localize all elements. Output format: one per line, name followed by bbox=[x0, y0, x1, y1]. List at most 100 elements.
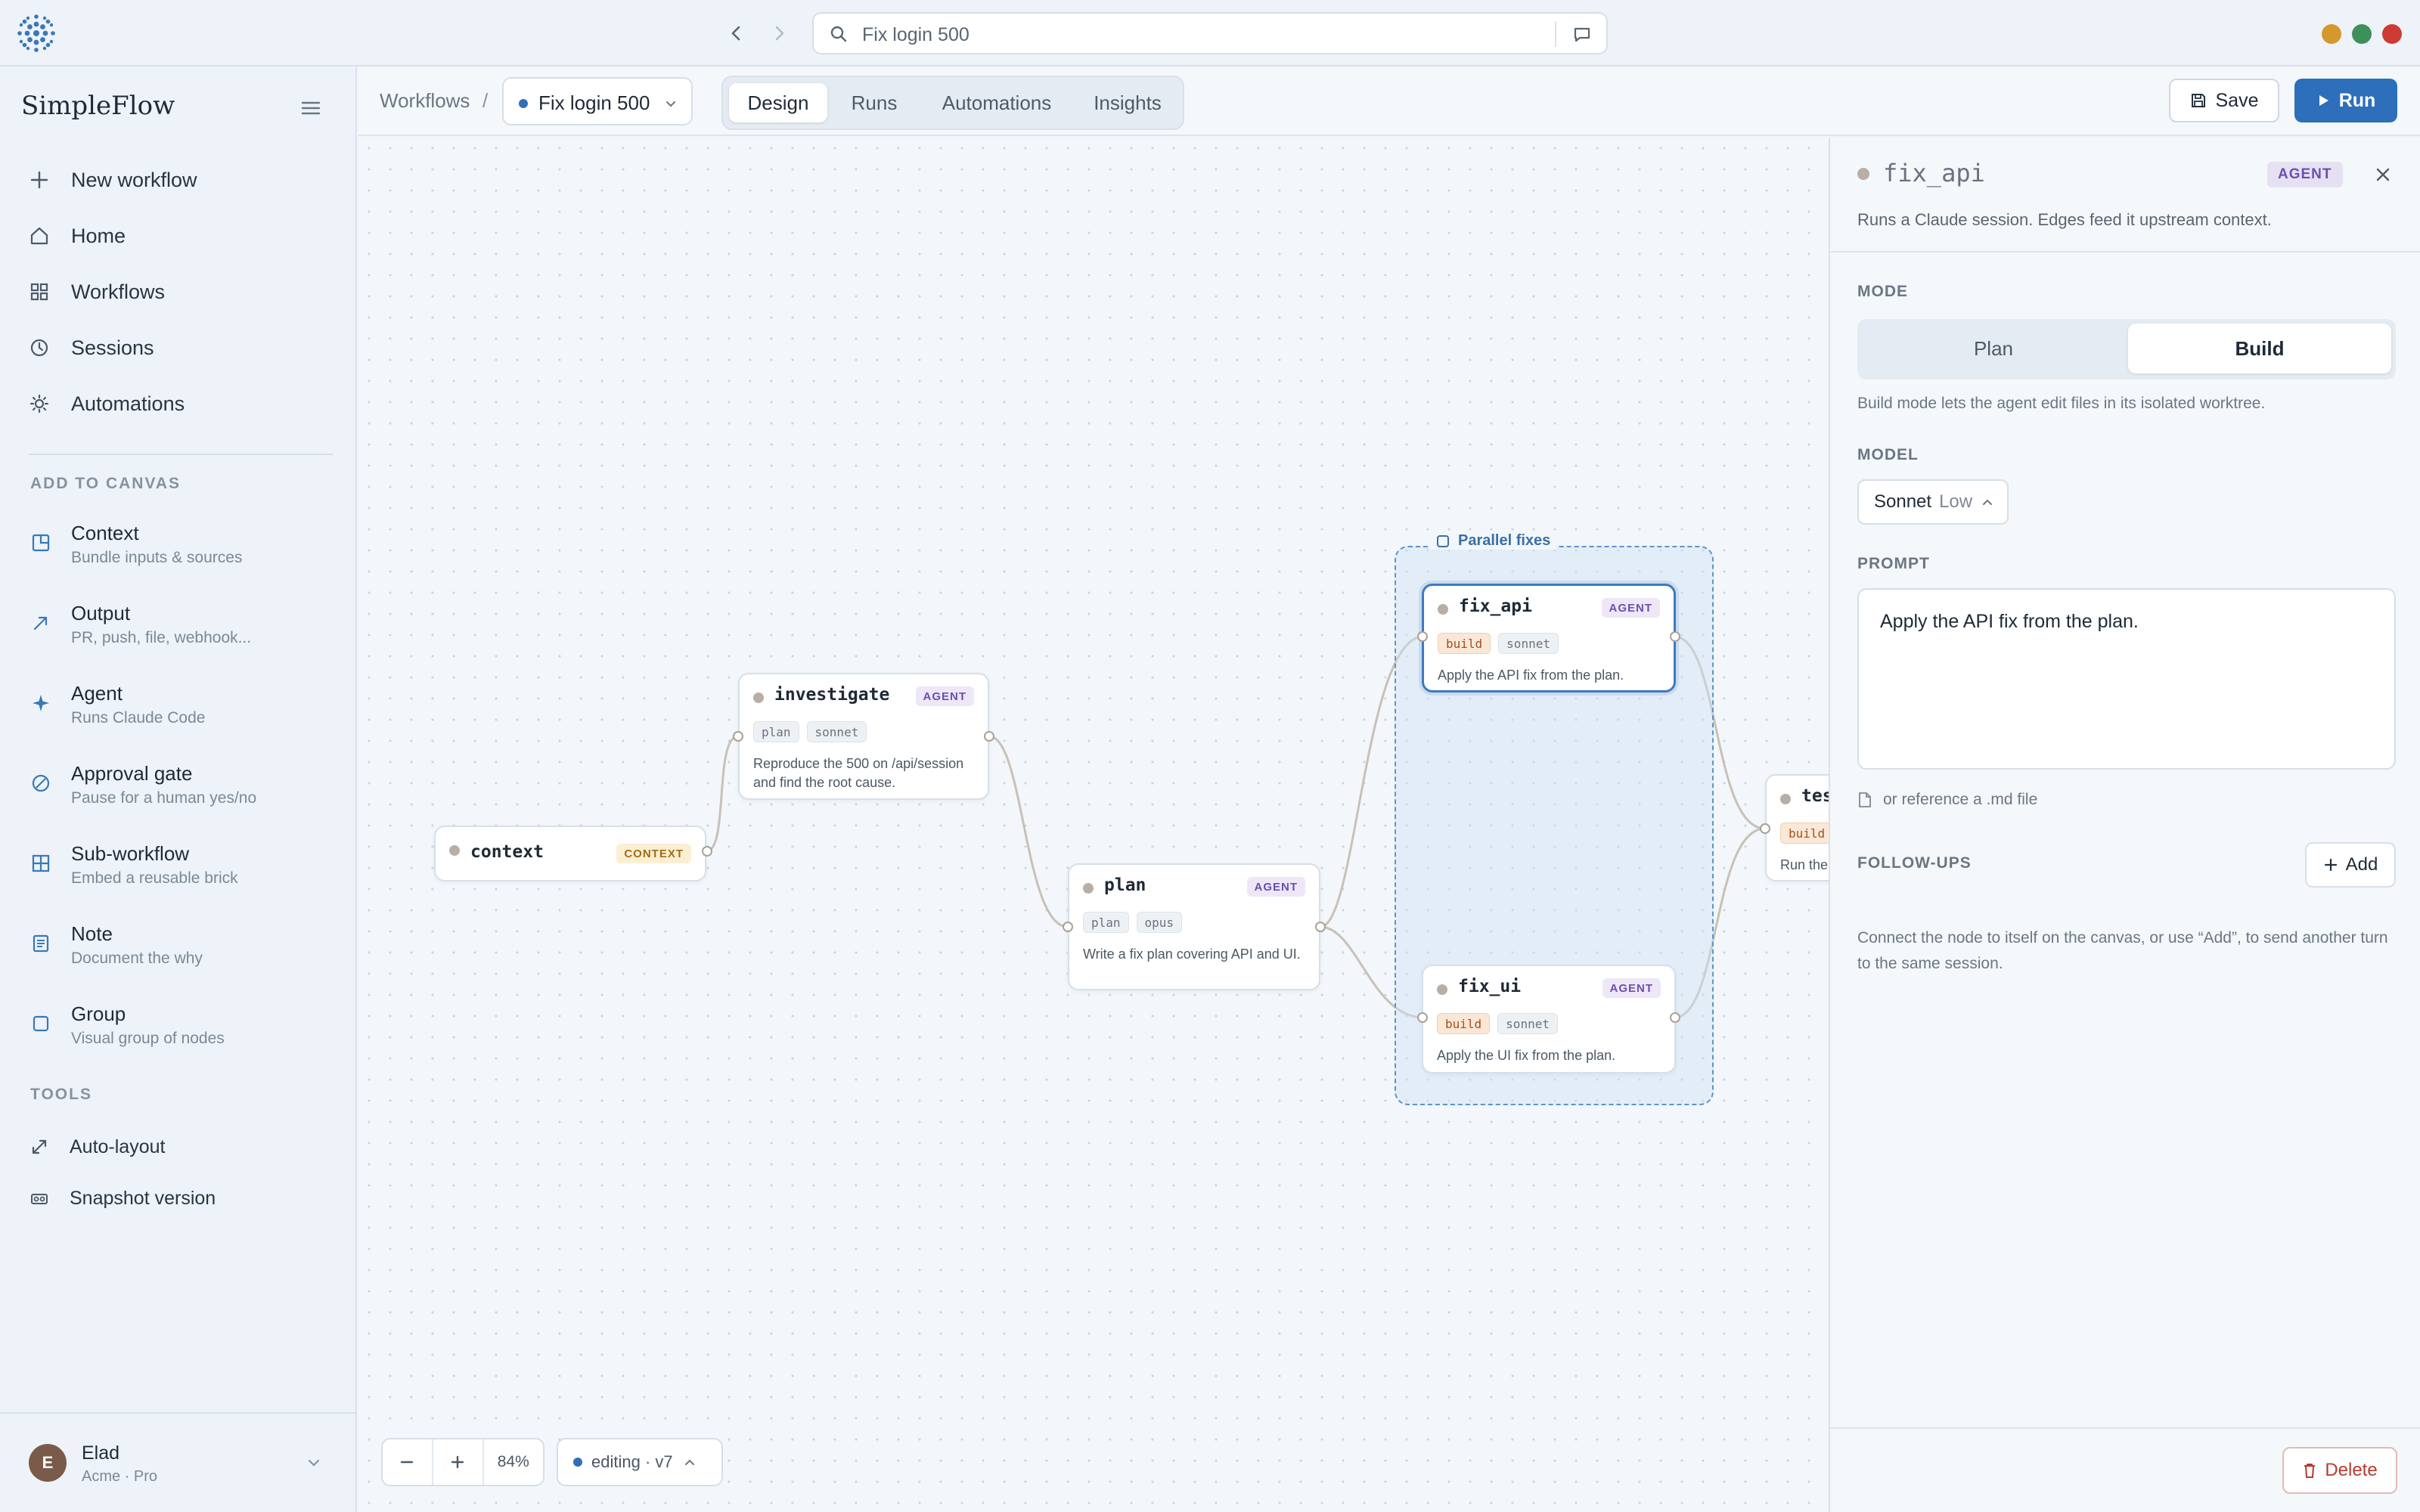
group-icon bbox=[30, 1013, 51, 1034]
grid-icon bbox=[29, 281, 59, 302]
node-title: plan bbox=[1104, 875, 1146, 895]
output-port[interactable] bbox=[1315, 922, 1326, 932]
md-reference-link[interactable]: or reference a .md file bbox=[1857, 791, 2037, 809]
prompt-textarea[interactable]: Apply the API fix from the plan. bbox=[1857, 588, 2396, 770]
add-item-title: Output bbox=[71, 602, 131, 624]
zoom-out-button[interactable] bbox=[383, 1439, 433, 1485]
sparkle-icon bbox=[30, 692, 51, 714]
context-icon bbox=[30, 532, 51, 553]
add-output-item[interactable]: Output PR, push, file, webhook... bbox=[30, 599, 348, 667]
window-maximize-dot[interactable] bbox=[2352, 24, 2372, 44]
inspector-header: fix_api AGENT Runs a Claude session. Edg… bbox=[1830, 138, 2420, 253]
add-agent-item[interactable]: Agent Runs Claude Code bbox=[30, 679, 348, 747]
node-title: tes bbox=[1801, 786, 1829, 806]
workflow-canvas[interactable]: Parallel fixes context CONTEXT investiga… bbox=[358, 138, 1829, 1512]
breadcrumb-separator: / bbox=[482, 89, 489, 112]
input-port[interactable] bbox=[1417, 1012, 1428, 1023]
tab-insights[interactable]: Insights bbox=[1077, 83, 1178, 122]
group-label-text: Parallel fixes bbox=[1458, 532, 1551, 549]
mode-option-plan[interactable]: Plan bbox=[1862, 324, 2125, 373]
tab-automations[interactable]: Automations bbox=[921, 83, 1072, 122]
output-port[interactable] bbox=[702, 846, 712, 857]
zoom-in-button[interactable] bbox=[433, 1439, 484, 1485]
md-reference-text: or reference a .md file bbox=[1883, 791, 2038, 808]
chevron-up-icon bbox=[1983, 499, 1993, 505]
add-sub-workflow-item[interactable]: Sub-workflow Embed a reusable brick bbox=[30, 839, 348, 907]
inspector-title[interactable]: fix_api bbox=[1883, 159, 1985, 187]
user-menu[interactable]: E Elad Acme · Pro bbox=[0, 1412, 357, 1512]
add-note-item[interactable]: Note Document the why bbox=[30, 919, 348, 987]
node-fix-api[interactable]: fix_api AGENT build sonnet Apply the API… bbox=[1422, 584, 1676, 692]
add-item-title: Context bbox=[71, 522, 139, 544]
version-selector[interactable]: editing · v7 bbox=[557, 1438, 723, 1486]
sidebar-item-home[interactable]: Home bbox=[29, 213, 331, 259]
sidebar-divider bbox=[29, 454, 333, 455]
edge-context-investigate bbox=[706, 735, 739, 853]
add-approval-gate-item[interactable]: Approval gate Pause for a human yes/no bbox=[30, 759, 348, 827]
add-item-subtitle: Embed a reusable brick bbox=[71, 869, 238, 887]
breadcrumb-workflows-link[interactable]: Workflows bbox=[380, 89, 470, 113]
workflow-selector[interactable]: Fix login 500 bbox=[502, 77, 693, 125]
input-port[interactable] bbox=[1063, 922, 1073, 932]
node-tag-mode: build bbox=[1437, 1013, 1491, 1034]
node-tag-mode: plan bbox=[1083, 912, 1129, 933]
chevron-right-icon bbox=[775, 26, 784, 41]
minus-icon bbox=[401, 1461, 414, 1464]
auto-layout-tool[interactable]: Auto-layout bbox=[30, 1128, 165, 1166]
version-status-dot bbox=[573, 1458, 582, 1467]
input-port[interactable] bbox=[733, 731, 743, 742]
model-label: MODEL bbox=[1857, 446, 1919, 463]
delete-node-button[interactable]: Delete bbox=[2282, 1447, 2397, 1494]
input-port[interactable] bbox=[1760, 823, 1770, 834]
tab-runs[interactable]: Runs bbox=[832, 83, 917, 122]
model-selector[interactable]: Sonnet Low bbox=[1857, 479, 2009, 525]
add-followup-button[interactable]: Add bbox=[2305, 842, 2396, 888]
chat-icon[interactable] bbox=[1571, 24, 1593, 45]
node-tag-mode: build bbox=[1780, 823, 1829, 844]
output-port[interactable] bbox=[984, 731, 994, 742]
play-icon bbox=[2319, 95, 2328, 106]
menu-icon[interactable] bbox=[299, 97, 322, 119]
tab-design[interactable]: Design bbox=[729, 83, 827, 122]
add-item-subtitle: Runs Claude Code bbox=[71, 709, 206, 727]
sidebar-item-new-workflow[interactable]: New workflow bbox=[29, 157, 331, 203]
address-bar[interactable]: Fix login 500 bbox=[812, 12, 1608, 54]
output-port[interactable] bbox=[1670, 1012, 1680, 1023]
save-button[interactable]: Save bbox=[2169, 79, 2279, 122]
group-label[interactable]: Parallel fixes bbox=[1429, 532, 1557, 550]
window-close-dot[interactable] bbox=[2382, 24, 2402, 44]
add-group-item[interactable]: Group Visual group of nodes bbox=[30, 999, 348, 1067]
forward-button[interactable] bbox=[765, 20, 793, 47]
sidebar-item-automations[interactable]: Automations bbox=[29, 381, 331, 426]
window-minimize-dot[interactable] bbox=[2322, 24, 2341, 44]
node-test[interactable]: tes build Run the bbox=[1765, 774, 1829, 881]
inspector-subtitle: Runs a Claude session. Edges feed it ups… bbox=[1857, 210, 2272, 229]
input-port[interactable] bbox=[1417, 631, 1428, 642]
node-type-badge: AGENT bbox=[915, 686, 974, 706]
plus-icon bbox=[451, 1455, 464, 1469]
add-item-title: Note bbox=[71, 922, 113, 945]
sidebar-item-workflows[interactable]: Workflows bbox=[29, 269, 331, 314]
group-icon bbox=[1437, 534, 1449, 547]
app-logo-icon bbox=[15, 12, 57, 54]
followups-help-text: Connect the node to itself on the canvas… bbox=[1857, 929, 2388, 972]
back-button[interactable] bbox=[723, 20, 750, 47]
model-name: Sonnet bbox=[1874, 491, 1932, 512]
add-item-title: Agent bbox=[71, 682, 123, 705]
run-button[interactable]: Run bbox=[2294, 79, 2397, 122]
home-icon bbox=[29, 225, 59, 246]
node-investigate[interactable]: investigate AGENT plan sonnet Reproduce … bbox=[738, 673, 989, 800]
node-fix-ui[interactable]: fix_ui AGENT build sonnet Apply the UI f… bbox=[1422, 965, 1676, 1074]
node-plan[interactable]: plan AGENT plan opus Write a fix plan co… bbox=[1068, 863, 1320, 990]
zoom-level[interactable]: 84% bbox=[484, 1439, 543, 1485]
output-port[interactable] bbox=[1670, 631, 1680, 642]
delete-label: Delete bbox=[2325, 1460, 2378, 1480]
add-context-item[interactable]: Context Bundle inputs & sources bbox=[30, 519, 348, 587]
snapshot-version-tool[interactable]: Snapshot version bbox=[30, 1179, 216, 1217]
mode-option-build[interactable]: Build bbox=[2128, 324, 2391, 373]
sidebar-item-sessions[interactable]: Sessions bbox=[29, 325, 331, 370]
node-context[interactable]: context CONTEXT bbox=[434, 826, 706, 881]
node-title: context bbox=[470, 842, 544, 862]
close-icon[interactable] bbox=[2373, 165, 2393, 184]
tool-label: Snapshot version bbox=[70, 1187, 216, 1209]
